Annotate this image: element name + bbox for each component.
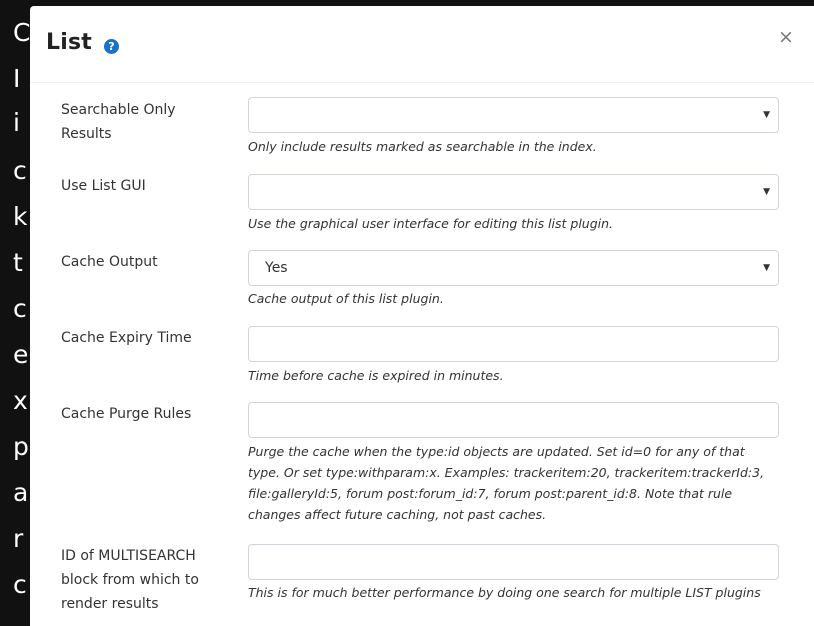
close-icon[interactable]: × [778,26,794,48]
bg-letter: c [13,294,27,323]
bg-letter: p [13,432,29,461]
help-text: Time before cache is expired in minutes. [248,368,504,383]
bg-letter: r [13,524,24,553]
bg-letter: x [13,386,28,415]
bg-letter: i [13,108,20,137]
searchable-only-results-select[interactable]: ▼ [248,97,779,133]
bg-letter: I [13,64,21,93]
help-text: Purge the cache when the type:id objects… [248,444,765,522]
question-circle-icon[interactable]: ? [104,39,119,54]
field-label-multisearch-block-id: ID of MULTISEARCH block from which to re… [61,548,199,612]
field-label-cache-expiry-time: Cache Expiry Time [61,330,192,346]
bg-letter: c [13,570,27,599]
cache-purge-rules-input[interactable] [248,402,779,438]
bg-letter: k [13,202,28,231]
select-value: Yes [265,260,288,276]
multisearch-block-id-input[interactable] [248,544,779,580]
help-text: Use the graphical user interface for edi… [248,216,614,231]
use-list-gui-select[interactable]: ▼ [248,174,779,210]
caret-down-icon: ▼ [763,187,770,197]
list-plugin-dialog: List ? × Searchable Only Results ▼ Only … [30,6,814,626]
field-label-use-list-gui: Use List GUI [61,178,146,194]
help-text: This is for much better performance by d… [248,585,761,600]
bg-letter: c [13,156,27,185]
field-label-cache-purge-rules: Cache Purge Rules [61,406,192,422]
help-text: Only include results marked as searchabl… [248,139,597,154]
bg-letter: t [13,248,23,277]
bg-letter: C [13,18,31,47]
bg-letter: e [13,340,29,369]
help-text: Cache output of this list plugin. [248,291,444,306]
cache-expiry-time-input[interactable] [248,326,779,362]
bg-letter: a [13,478,29,507]
field-label-cache-output: Cache Output [61,254,158,270]
caret-down-icon: ▼ [763,110,770,120]
dialog-title: List [46,30,92,55]
caret-down-icon: ▼ [763,263,770,273]
dialog-header: List ? × [30,6,814,83]
field-label-searchable-only-results: Searchable Only Results [61,102,176,142]
cache-output-select[interactable]: Yes ▼ [248,250,779,286]
